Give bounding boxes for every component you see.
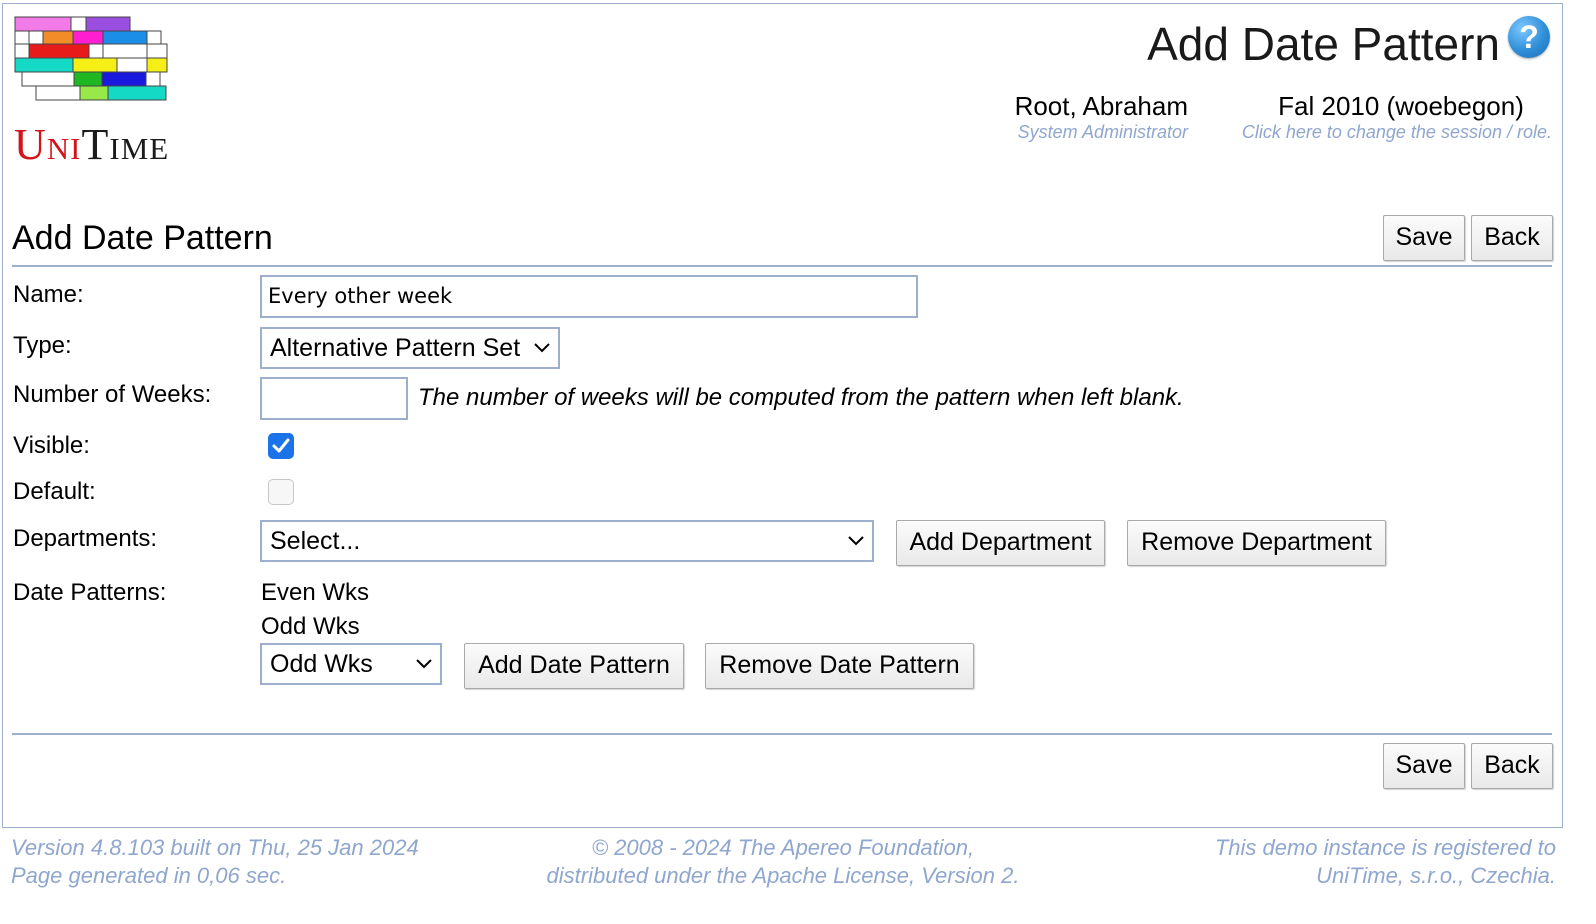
chevron-down-icon (848, 536, 864, 546)
footer-registration[interactable]: This demo instance is registered to UniT… (1215, 834, 1556, 890)
logo-grid-icon (14, 16, 168, 101)
add-date-pattern-button[interactable]: Add Date Pattern (464, 643, 684, 689)
weeks-field[interactable] (260, 377, 408, 420)
type-select-value: Alternative Pattern Set (270, 334, 521, 362)
help-question-icon[interactable]: ? (1508, 16, 1550, 58)
name-label: Name: (13, 281, 84, 308)
session-info[interactable]: Fal 2010 (woebegon) Click here to change… (1220, 90, 1552, 142)
departments-label: Departments: (13, 525, 158, 552)
footer-generated-line: Page generated in 0,06 sec. (11, 863, 287, 888)
chevron-down-icon (534, 343, 550, 353)
default-checkbox[interactable] (268, 479, 294, 505)
default-label: Default: (13, 478, 96, 505)
departments-select-value: Select... (270, 527, 361, 555)
weeks-label: Number of Weeks: (13, 381, 212, 408)
section-divider-bottom (12, 733, 1552, 735)
footer-copyright[interactable]: © 2008 - 2024 The Apereo Foundation, dis… (528, 834, 1038, 890)
footer-copyright-line: © 2008 - 2024 The Apereo Foundation, (591, 835, 975, 860)
departments-select[interactable]: Select... (260, 520, 874, 562)
logo-wordmark-uni: Uni (14, 120, 82, 169)
page-header-title: Add Date Pattern (1147, 18, 1500, 70)
session-change-hint[interactable]: Click here to change the session / role. (1220, 122, 1552, 142)
footer-version-line: Version 4.8.103 built on Thu, 25 Jan 202… (11, 835, 419, 860)
logo-wordmark-time: Time (81, 120, 170, 169)
logo-wordmark: UniTime (14, 120, 169, 170)
back-button-top[interactable]: Back (1471, 215, 1553, 261)
footer-registered-line: This demo instance is registered to (1214, 835, 1556, 860)
date-pattern-select[interactable]: Odd Wks (260, 643, 442, 685)
footer-version: Version 4.8.103 built on Thu, 25 Jan 202… (11, 834, 419, 890)
back-button-bottom[interactable]: Back (1471, 743, 1553, 789)
chevron-down-icon (416, 659, 432, 669)
save-button-bottom[interactable]: Save (1383, 743, 1465, 789)
checkmark-icon (272, 438, 290, 453)
session-name: Fal 2010 (woebegon) (1278, 91, 1524, 121)
weeks-hint: The number of weeks will be computed fro… (418, 384, 1184, 411)
user-role: System Administrator (1017, 122, 1188, 142)
footer-registered-org: UniTime, s.r.o., Czechia. (1316, 863, 1556, 888)
user-info[interactable]: Root, Abraham System Administrator (1000, 90, 1188, 142)
date-patterns-label: Date Patterns: (13, 579, 167, 606)
remove-department-button[interactable]: Remove Department (1127, 520, 1386, 566)
visible-checkbox[interactable] (268, 433, 294, 459)
footer-license-line: distributed under the Apache License, Ve… (546, 863, 1020, 888)
type-select[interactable]: Alternative Pattern Set (260, 327, 560, 369)
section-title: Add Date Pattern (12, 219, 273, 257)
unitime-logo[interactable]: UniTime (14, 16, 174, 172)
section-divider-top (12, 265, 1552, 267)
visible-label: Visible: (13, 432, 90, 459)
name-field[interactable]: Every other week (260, 275, 918, 318)
type-label: Type: (13, 332, 72, 359)
page: UniTime Add Date Pattern ? Root, Abraham… (0, 0, 1596, 924)
date-pattern-item: Even Wks (261, 579, 370, 606)
add-department-button[interactable]: Add Department (896, 520, 1105, 566)
user-name: Root, Abraham (1014, 91, 1188, 121)
remove-date-pattern-button[interactable]: Remove Date Pattern (705, 643, 974, 689)
date-pattern-select-value: Odd Wks (270, 650, 373, 678)
date-pattern-item: Odd Wks (261, 613, 360, 640)
save-button-top[interactable]: Save (1383, 215, 1465, 261)
